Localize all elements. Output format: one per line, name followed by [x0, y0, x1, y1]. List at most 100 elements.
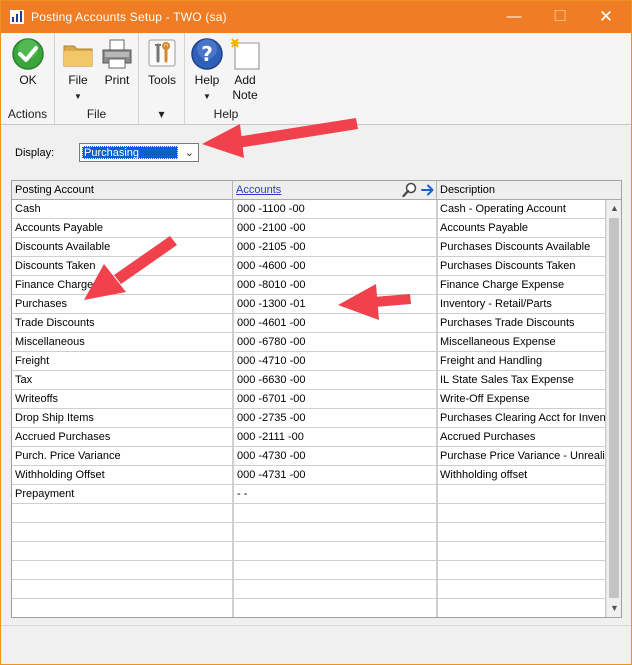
- posting-account-cell[interactable]: [12, 561, 233, 580]
- account-number-cell[interactable]: - -: [233, 485, 437, 504]
- description-cell[interactable]: Purchases Clearing Acct for Invent: [437, 409, 606, 428]
- posting-account-cell[interactable]: [12, 580, 233, 599]
- expand-arrow-icon[interactable]: [420, 182, 436, 198]
- table-row[interactable]: Discounts Available 000 -2105 -00 Purchase…: [12, 238, 606, 257]
- table-row[interactable]: Purchases 000 -1300 -01 Inventory - Retail…: [12, 295, 606, 314]
- posting-account-cell[interactable]: Prepayment: [12, 485, 233, 504]
- account-number-cell[interactable]: 000 -1100 -00: [233, 200, 437, 219]
- account-number-cell[interactable]: 000 -2105 -00: [233, 238, 437, 257]
- description-cell[interactable]: Write-Off Expense: [437, 390, 606, 409]
- posting-account-cell[interactable]: Cash: [12, 200, 233, 219]
- display-dropdown[interactable]: Purchasing ⌄: [79, 143, 199, 162]
- table-row[interactable]: [12, 580, 606, 599]
- account-number-cell[interactable]: 000 -8010 -00: [233, 276, 437, 295]
- posting-account-cell[interactable]: Writeoffs: [12, 390, 233, 409]
- account-number-cell[interactable]: [233, 542, 437, 561]
- posting-account-cell[interactable]: [12, 504, 233, 523]
- description-cell[interactable]: Accrued Purchases: [437, 428, 606, 447]
- table-row[interactable]: Withholding Offset 000 -4731 -00 Withholdi…: [12, 466, 606, 485]
- table-row[interactable]: Cash 000 -1100 -00 Cash - Operating Accoun…: [12, 200, 606, 219]
- vertical-scrollbar[interactable]: ▲ ▼: [606, 200, 621, 617]
- table-row[interactable]: Discounts Taken 000 -4600 -00 Purchases Di…: [12, 257, 606, 276]
- description-cell[interactable]: [437, 561, 606, 580]
- table-row[interactable]: [12, 542, 606, 561]
- description-cell[interactable]: Freight and Handling: [437, 352, 606, 371]
- table-row[interactable]: Prepayment - -: [12, 485, 606, 504]
- description-cell[interactable]: Miscellaneous Expense: [437, 333, 606, 352]
- account-number-cell[interactable]: 000 -4601 -00: [233, 314, 437, 333]
- table-row[interactable]: Writeoffs 000 -6701 -00 Write-Off Expense: [12, 390, 606, 409]
- description-cell[interactable]: [437, 523, 606, 542]
- tools-button[interactable]: Tools: [145, 37, 179, 88]
- posting-account-cell[interactable]: Accrued Purchases: [12, 428, 233, 447]
- description-cell[interactable]: [437, 504, 606, 523]
- account-number-cell[interactable]: 000 -6780 -00: [233, 333, 437, 352]
- account-number-cell[interactable]: 000 -4730 -00: [233, 447, 437, 466]
- account-number-cell[interactable]: 000 -6630 -00: [233, 371, 437, 390]
- account-number-cell[interactable]: 000 -2100 -00: [233, 219, 437, 238]
- print-button[interactable]: Print: [99, 37, 135, 88]
- posting-account-cell[interactable]: Accounts Payable: [12, 219, 233, 238]
- scroll-thumb[interactable]: [609, 218, 619, 598]
- add-note-button[interactable]: Add Note: [227, 37, 263, 103]
- posting-account-cell[interactable]: Discounts Taken: [12, 257, 233, 276]
- posting-account-cell[interactable]: Discounts Available: [12, 238, 233, 257]
- posting-account-cell[interactable]: Purchases: [12, 295, 233, 314]
- scroll-down-icon[interactable]: ▼: [607, 600, 621, 617]
- description-cell[interactable]: Withholding offset: [437, 466, 606, 485]
- description-cell[interactable]: IL State Sales Tax Expense: [437, 371, 606, 390]
- table-row[interactable]: Accounts Payable 000 -2100 -00 Accounts Pa…: [12, 219, 606, 238]
- posting-account-cell[interactable]: [12, 599, 233, 617]
- table-row[interactable]: Finance Charge 000 -8010 -00 Finance Charg…: [12, 276, 606, 295]
- table-row[interactable]: Tax 000 -6630 -00 IL State Sales Tax Expen…: [12, 371, 606, 390]
- maximize-button[interactable]: ☐: [537, 1, 583, 33]
- posting-account-cell[interactable]: Drop Ship Items: [12, 409, 233, 428]
- close-button[interactable]: ✕: [583, 1, 629, 33]
- posting-account-cell[interactable]: Finance Charge: [12, 276, 233, 295]
- account-number-cell[interactable]: [233, 580, 437, 599]
- account-number-cell[interactable]: 000 -4600 -00: [233, 257, 437, 276]
- table-row[interactable]: [12, 504, 606, 523]
- table-row[interactable]: Miscellaneous 000 -6780 -00 Miscellaneous …: [12, 333, 606, 352]
- title-bar[interactable]: Posting Accounts Setup - TWO (sa) — ☐ ✕: [1, 1, 631, 33]
- tools-group-caret[interactable]: ▾: [139, 107, 184, 121]
- table-row[interactable]: Purch. Price Variance 000 -4730 -00 Purcha…: [12, 447, 606, 466]
- account-number-cell[interactable]: 000 -4710 -00: [233, 352, 437, 371]
- posting-account-cell[interactable]: Withholding Offset: [12, 466, 233, 485]
- scroll-up-icon[interactable]: ▲: [607, 200, 621, 217]
- account-number-cell[interactable]: 000 -2111 -00: [233, 428, 437, 447]
- account-number-cell[interactable]: 000 -2735 -00: [233, 409, 437, 428]
- table-row[interactable]: Freight 000 -4710 -00 Freight and Handling: [12, 352, 606, 371]
- description-cell[interactable]: Purchases Trade Discounts: [437, 314, 606, 333]
- description-cell[interactable]: Inventory - Retail/Parts: [437, 295, 606, 314]
- table-row[interactable]: [12, 523, 606, 542]
- table-row[interactable]: [12, 599, 606, 617]
- help-button[interactable]: ? Help ▼: [189, 37, 225, 104]
- posting-account-cell[interactable]: Freight: [12, 352, 233, 371]
- table-row[interactable]: Drop Ship Items 000 -2735 -00 Purchases Cl…: [12, 409, 606, 428]
- description-cell[interactable]: [437, 599, 606, 617]
- posting-account-cell[interactable]: Trade Discounts: [12, 314, 233, 333]
- file-menu-button[interactable]: File ▼: [61, 37, 95, 104]
- account-number-cell[interactable]: [233, 599, 437, 617]
- account-number-cell[interactable]: [233, 523, 437, 542]
- table-row[interactable]: [12, 561, 606, 580]
- account-number-cell[interactable]: 000 -1300 -01: [233, 295, 437, 314]
- description-cell[interactable]: [437, 580, 606, 599]
- account-number-cell[interactable]: [233, 561, 437, 580]
- description-cell[interactable]: Cash - Operating Account: [437, 200, 606, 219]
- ok-button[interactable]: OK: [9, 37, 47, 88]
- account-number-cell[interactable]: 000 -4731 -00: [233, 466, 437, 485]
- account-number-cell[interactable]: [233, 504, 437, 523]
- posting-account-cell[interactable]: Tax: [12, 371, 233, 390]
- description-cell[interactable]: Finance Charge Expense: [437, 276, 606, 295]
- posting-account-cell[interactable]: Miscellaneous: [12, 333, 233, 352]
- description-cell[interactable]: Accounts Payable: [437, 219, 606, 238]
- description-cell[interactable]: [437, 542, 606, 561]
- description-cell[interactable]: Purchases Discounts Available: [437, 238, 606, 257]
- lookup-icon[interactable]: [402, 182, 418, 198]
- description-cell[interactable]: Purchases Discounts Taken: [437, 257, 606, 276]
- account-number-cell[interactable]: 000 -6701 -00: [233, 390, 437, 409]
- description-cell[interactable]: [437, 485, 606, 504]
- posting-account-cell[interactable]: [12, 542, 233, 561]
